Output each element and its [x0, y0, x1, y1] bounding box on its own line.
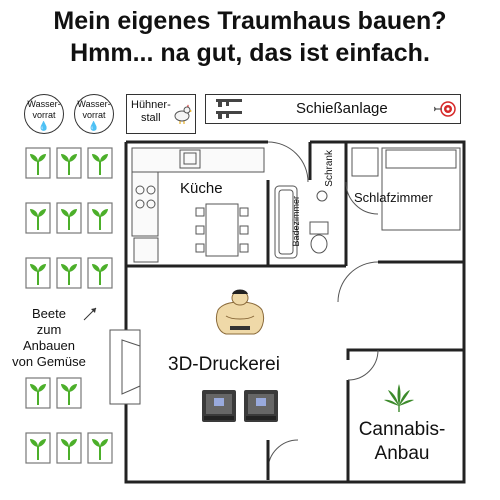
cannabis-leaf-icon: [384, 384, 414, 412]
3d-printer-icon: [244, 390, 278, 422]
room-label-bathroom: Badezimmer: [291, 196, 301, 247]
room-label-printshop: 3D-Druckerei: [168, 354, 280, 375]
room-label-kitchen: Küche: [180, 180, 223, 197]
cannabis-label-line: Cannabis-: [358, 419, 446, 440]
muscle-man-icon: [215, 289, 265, 335]
room-label-cannabis: Cannabis- Anbau: [340, 418, 464, 466]
3d-printer-icon: [202, 390, 236, 422]
room-label-closet: Schrank: [324, 150, 335, 187]
cannabis-label-line: Anbau: [374, 443, 430, 464]
room-label-bedroom: Schlafzimmer: [354, 190, 433, 205]
3d-printer-icons: [202, 390, 278, 422]
